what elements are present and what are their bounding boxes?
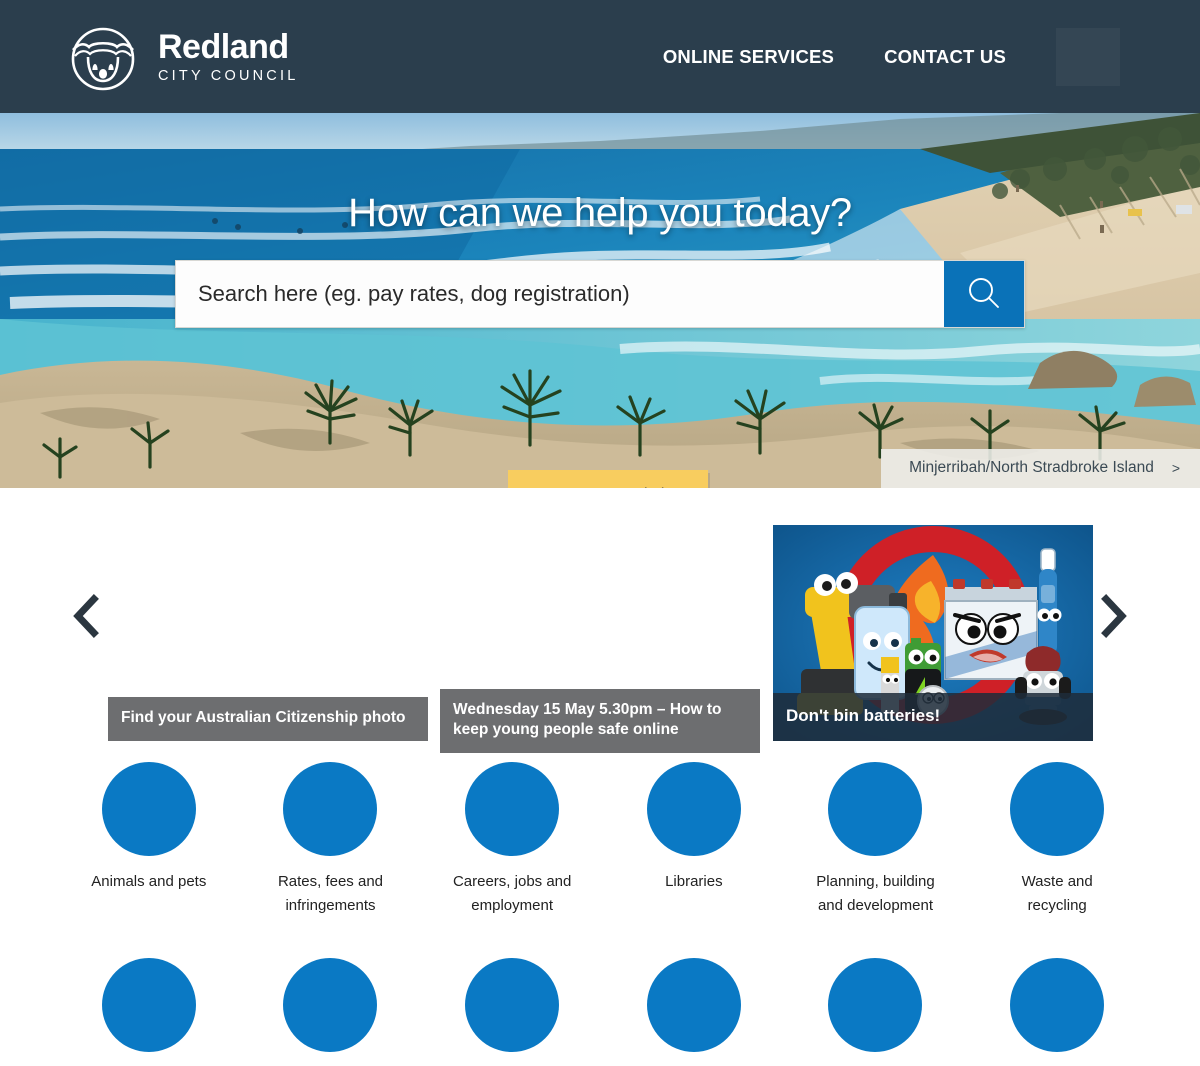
carousel-next-button[interactable] [1090,592,1138,640]
chevron-left-icon [71,594,101,638]
search-input[interactable] [176,261,944,327]
site-header: Redland CITY COUNCIL ONLINE SERVICES CON… [0,0,1200,113]
service-item[interactable] [58,958,240,1066]
service-planning-building-and-development[interactable]: Planning, building and development [785,762,967,917]
chevron-right-icon [1099,594,1129,638]
search-icon [964,273,1004,316]
chevron-right-icon: > [1171,460,1180,476]
service-label: Waste and recycling [1021,873,1093,914]
service-label: Animals and pets [91,873,207,890]
hero-search-bar [175,260,1025,328]
service-item[interactable] [421,958,603,1066]
service-icon [828,958,923,1052]
search-submit-button[interactable] [944,261,1024,327]
waste-recycling-icon [1010,762,1105,856]
service-item[interactable] [966,958,1148,1066]
careers-jobs-icon [465,762,560,856]
service-label: Planning, building and development [816,873,935,914]
service-libraries[interactable]: Libraries [603,762,785,917]
rates-fees-icon [283,762,378,856]
libraries-icon [646,762,741,856]
service-row-1: Animals and pets Rates, fees and infring… [58,762,1148,917]
hero-image-caption[interactable]: Minjerribah/North Stradbroke Island > [881,449,1200,488]
news-carousel: Find your Australian Citizenship photo W… [0,488,1200,758]
service-item[interactable] [240,958,422,1066]
service-icon [101,958,196,1052]
carousel-card[interactable]: Find your Australian Citizenship photo [108,525,428,741]
service-animals-and-pets[interactable]: Animals and pets [58,762,240,917]
carousel-prev-button[interactable] [62,592,110,640]
service-icon [646,958,741,1052]
hero-banner: How can we help you today? Browse our we… [0,113,1200,488]
service-item[interactable] [785,958,967,1066]
hero-heading: How can we help you today? [348,191,852,235]
service-icon [283,958,378,1052]
service-label: Libraries [665,873,723,890]
service-waste-and-recycling[interactable]: Waste and recycling [966,762,1148,917]
service-row-2 [58,958,1148,1066]
service-label: Rates, fees and infringements [277,873,384,914]
animals-and-pets-icon [101,762,196,856]
card-caption: Wednesday 15 May 5.30pm – How to keep yo… [440,688,760,753]
service-item[interactable] [603,958,785,1066]
service-careers-jobs-and-employment[interactable]: Careers, jobs and employment [421,762,603,917]
service-rates-fees-and-infringements[interactable]: Rates, fees and infringements [240,762,422,917]
nav-contact-us[interactable]: CONTACT US [884,46,1006,68]
logo-subtitle: CITY COUNCIL [158,68,299,85]
top-navigation: ONLINE SERVICES CONTACT US [663,0,1200,113]
carousel-card[interactable]: Don't bin batteries! [773,525,1093,741]
card-caption: Find your Australian Citizenship photo [108,697,428,741]
planning-building-icon [828,762,923,856]
card-caption: Don't bin batteries! [773,693,1093,741]
koala-logo-icon [62,21,144,93]
nav-online-services[interactable]: ONLINE SERVICES [663,46,834,68]
service-icon [1010,958,1105,1052]
header-widget-placeholder[interactable] [1056,27,1120,86]
logo-title: Redland [158,28,289,67]
site-logo[interactable]: Redland CITY COUNCIL [62,21,298,93]
carousel-card[interactable]: Wednesday 15 May 5.30pm – How to keep yo… [440,525,760,753]
service-icon [465,958,560,1052]
browse-website-button[interactable]: Browse our website [508,470,708,488]
hero-caption-label: Minjerribah/North Stradbroke Island [909,459,1154,476]
carousel-card-list: Find your Australian Citizenship photo W… [108,525,1093,753]
service-label: Careers, jobs and employment [452,873,572,914]
